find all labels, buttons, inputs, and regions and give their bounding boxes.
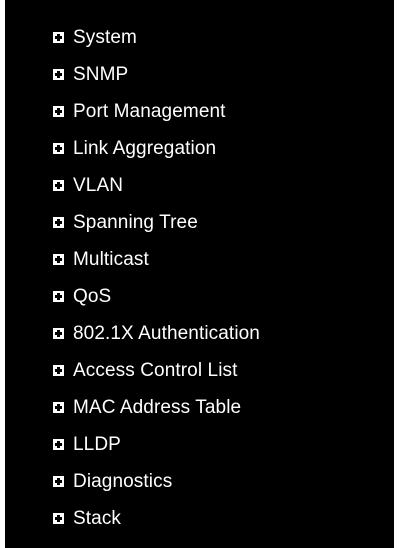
menu-item-label[interactable]: Access Control List (73, 361, 238, 380)
expand-plus-icon[interactable] (53, 69, 64, 80)
expand-plus-icon[interactable] (53, 291, 64, 302)
menu-item-label[interactable]: 802.1X Authentication (73, 324, 260, 343)
menu-item-label[interactable]: QoS (73, 287, 111, 306)
menu-item-label[interactable]: SNMP (73, 65, 128, 84)
menu-item-label[interactable]: LLDP (73, 435, 121, 454)
menu-item-spanning-tree[interactable]: Spanning Tree (53, 204, 260, 241)
menu-item-multicast[interactable]: Multicast (53, 241, 260, 278)
expand-plus-icon[interactable] (53, 402, 64, 413)
menu-item-lldp[interactable]: LLDP (53, 426, 260, 463)
menu-item-link-aggregation[interactable]: Link Aggregation (53, 130, 260, 167)
expand-plus-icon[interactable] (53, 32, 64, 43)
expand-plus-icon[interactable] (53, 143, 64, 154)
menu-item-label[interactable]: VLAN (73, 176, 123, 195)
menu-item-label[interactable]: Diagnostics (73, 472, 172, 491)
menu-item-label[interactable]: Link Aggregation (73, 139, 216, 158)
menu-item-stack[interactable]: Stack (53, 500, 260, 537)
navigation-menu-panel: System SNMP Port Management Link Aggrega… (5, 0, 394, 548)
menu-item-mac-address-table[interactable]: MAC Address Table (53, 389, 260, 426)
expand-plus-icon[interactable] (53, 476, 64, 487)
menu-item-label[interactable]: MAC Address Table (73, 398, 241, 417)
menu-item-label[interactable]: Port Management (73, 102, 226, 121)
menu-item-access-control-list[interactable]: Access Control List (53, 352, 260, 389)
expand-plus-icon[interactable] (53, 328, 64, 339)
menu-item-system[interactable]: System (53, 19, 260, 56)
expand-plus-icon[interactable] (53, 217, 64, 228)
menu-item-diagnostics[interactable]: Diagnostics (53, 463, 260, 500)
menu-item-802-1x-authentication[interactable]: 802.1X Authentication (53, 315, 260, 352)
menu-item-port-management[interactable]: Port Management (53, 93, 260, 130)
menu-item-label[interactable]: Multicast (73, 250, 149, 269)
expand-plus-icon[interactable] (53, 106, 64, 117)
menu-item-label[interactable]: Spanning Tree (73, 213, 198, 232)
menu-item-snmp[interactable]: SNMP (53, 56, 260, 93)
expand-plus-icon[interactable] (53, 365, 64, 376)
menu-item-label[interactable]: Stack (73, 509, 121, 528)
menu-item-vlan[interactable]: VLAN (53, 167, 260, 204)
menu-item-label[interactable]: System (73, 28, 137, 47)
navigation-menu: System SNMP Port Management Link Aggrega… (53, 19, 260, 537)
expand-plus-icon[interactable] (53, 254, 64, 265)
expand-plus-icon[interactable] (53, 513, 64, 524)
menu-item-qos[interactable]: QoS (53, 278, 260, 315)
expand-plus-icon[interactable] (53, 180, 64, 191)
expand-plus-icon[interactable] (53, 439, 64, 450)
